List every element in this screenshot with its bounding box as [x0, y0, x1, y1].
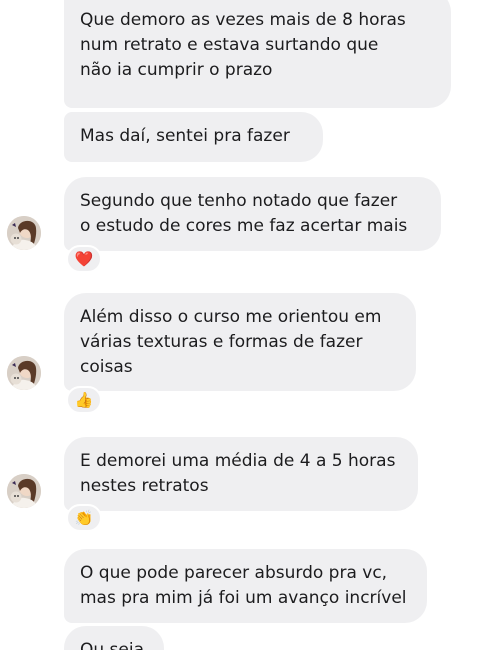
sender-avatar-icon[interactable] — [7, 216, 41, 250]
message-bubble[interactable]: Ou seja — [64, 626, 164, 650]
message-bubble[interactable]: Além disso o curso me orientou em várias… — [64, 293, 416, 391]
sender-avatar-icon[interactable] — [7, 474, 41, 508]
message-bubble[interactable]: O que pode parecer absurdo pra vc, mas p… — [64, 549, 427, 623]
chat-thread: Que demoro as vezes mais de 8 horas num … — [0, 0, 500, 650]
reaction-thumbs-up-icon[interactable]: 👍 — [66, 386, 102, 414]
sender-avatar-icon[interactable] — [7, 356, 41, 390]
message-bubble[interactable]: E demorei uma média de 4 a 5 horas neste… — [64, 437, 418, 511]
message-bubble[interactable]: Segundo que tenho notado que fazer o est… — [64, 177, 441, 251]
message-bubble[interactable]: Que demoro as vezes mais de 8 horas num … — [64, 0, 451, 108]
message-bubble[interactable]: Mas daí, sentei pra fazer — [64, 112, 323, 162]
reaction-heart-icon[interactable]: ❤️ — [66, 245, 102, 273]
reaction-clapping-hands-icon[interactable]: 👏 — [66, 504, 102, 532]
